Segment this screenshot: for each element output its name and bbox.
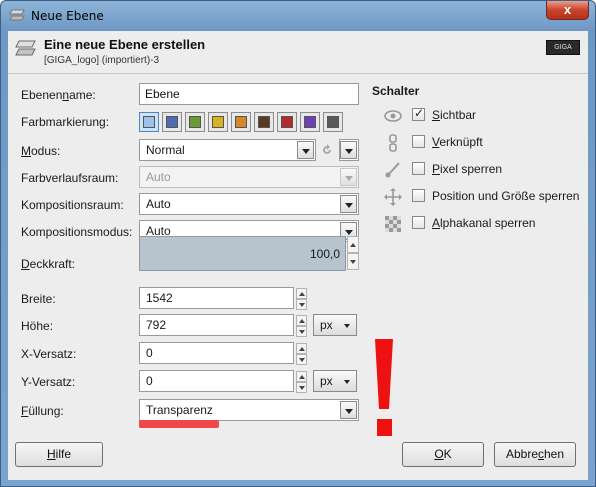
- offset-x-input[interactable]: 0: [139, 342, 307, 365]
- checkerboard-icon: [382, 214, 404, 234]
- dialog-window: Neue Ebene x Eine neue Ebene erstellen […: [0, 0, 596, 487]
- height-label: Höhe:: [21, 319, 54, 333]
- color-tag-swatch[interactable]: [254, 112, 274, 132]
- blend-space-value: Auto: [146, 170, 171, 184]
- swatch-color: [235, 116, 247, 128]
- mode-group-select[interactable]: [339, 139, 359, 161]
- fill-value: Transparenz: [146, 403, 213, 417]
- chevron-down-icon: [340, 195, 357, 213]
- offset-unit-select[interactable]: px: [313, 370, 357, 392]
- gimp-layer-icon: [9, 9, 25, 21]
- blend-space-select: Auto: [139, 166, 359, 188]
- chain-icon: [382, 133, 404, 153]
- opacity-label: Deckkraft:: [21, 257, 76, 271]
- ok-button[interactable]: OK: [402, 442, 484, 467]
- help-button[interactable]: Hilfe: [15, 442, 103, 467]
- width-spin-buttons[interactable]: [296, 288, 307, 310]
- switch-label: Sichtbar: [432, 108, 477, 122]
- exclamation-annotation: [375, 339, 393, 437]
- layer-name-input[interactable]: Ebene: [139, 83, 359, 105]
- offset-y-label: Y-Versatz:: [21, 375, 76, 389]
- offset-y-spin-buttons[interactable]: [296, 371, 307, 393]
- switch-checkbox[interactable]: [412, 216, 425, 229]
- width-value: 1542: [146, 291, 173, 305]
- chevron-down-icon: [340, 141, 357, 159]
- new-layer-icon: [15, 40, 36, 56]
- opacity-up-button[interactable]: [347, 236, 359, 253]
- offset-x-label: X-Versatz:: [21, 347, 77, 361]
- swatch-color: [189, 116, 201, 128]
- fill-label: Füllung:: [21, 404, 64, 418]
- chevron-down-icon: [297, 141, 314, 159]
- highlight-underline: [139, 420, 219, 428]
- dialog-heading: Eine neue Ebene erstellen: [44, 37, 206, 52]
- height-value: 792: [146, 318, 167, 332]
- reset-mode-icon[interactable]: [319, 142, 335, 158]
- swatch-color: [143, 116, 155, 128]
- mode-select[interactable]: Normal: [139, 139, 316, 161]
- offset-x-value: 0: [146, 346, 153, 360]
- switch-label: Alphakanal sperren: [432, 216, 536, 230]
- swatch-color: [281, 116, 293, 128]
- switch-checkbox[interactable]: [412, 189, 425, 202]
- chevron-down-icon: [340, 168, 357, 186]
- blend-space-label: Farbverlaufsraum:: [21, 171, 119, 185]
- color-tag-swatch[interactable]: [277, 112, 297, 132]
- size-unit-select[interactable]: px: [313, 314, 357, 336]
- swatch-color: [166, 116, 178, 128]
- composite-space-select[interactable]: Auto: [139, 193, 359, 215]
- color-tag-label: Farbmarkierung:: [21, 115, 110, 129]
- dialog-body: Eine neue Ebene erstellen [GIGA_logo] (i…: [8, 31, 588, 480]
- color-tag-none[interactable]: [139, 112, 159, 132]
- opacity-value: 100,0: [309, 247, 340, 261]
- color-tag-swatch[interactable]: [162, 112, 182, 132]
- switch-label: Verknüpft: [432, 135, 483, 149]
- opacity-spin-buttons[interactable]: [347, 236, 359, 271]
- height-spin-buttons[interactable]: [296, 315, 307, 337]
- move-icon: [382, 187, 404, 207]
- fill-select[interactable]: Transparenz: [139, 399, 359, 421]
- height-input[interactable]: 792: [139, 314, 307, 337]
- width-label: Breite:: [21, 292, 56, 306]
- swatch-color: [212, 116, 224, 128]
- color-tag-swatch[interactable]: [185, 112, 205, 132]
- close-button[interactable]: x: [546, 1, 589, 20]
- dialog-footer: Hilfe OK Abbrechen: [8, 436, 588, 480]
- title-bar[interactable]: Neue Ebene x: [1, 1, 595, 31]
- chevron-down-icon: [340, 401, 357, 419]
- switch-label: Pixel sperren: [432, 162, 503, 176]
- opacity-down-button[interactable]: [347, 253, 359, 270]
- layer-name-label: Ebenenname:: [21, 88, 96, 102]
- composite-mode-label: Kompositionsmodus:: [21, 225, 133, 239]
- offset-y-value: 0: [146, 374, 153, 388]
- opacity-slider[interactable]: 100,0: [139, 236, 346, 271]
- color-tag-swatch[interactable]: [208, 112, 228, 132]
- dialog-header: Eine neue Ebene erstellen [GIGA_logo] (i…: [8, 31, 588, 71]
- switch-checkbox[interactable]: [412, 162, 425, 175]
- swatch-color: [258, 116, 270, 128]
- mode-value: Normal: [146, 143, 185, 157]
- switch-checkbox[interactable]: [412, 106, 425, 121]
- image-thumbnail: GIGA: [546, 40, 580, 55]
- color-tag-swatch[interactable]: [231, 112, 251, 132]
- image-name: [GIGA_logo] (importiert)-3: [44, 55, 160, 66]
- window-title: Neue Ebene: [31, 9, 104, 23]
- switch-label: Position und Größe sperren: [432, 189, 580, 203]
- cancel-button[interactable]: Abbrechen: [494, 442, 576, 467]
- swatch-color: [304, 116, 316, 128]
- layer-options: Ebenenname: Ebene Farbmarkierung: Modus:…: [8, 73, 588, 436]
- width-input[interactable]: 1542: [139, 287, 307, 310]
- eye-icon: [382, 106, 404, 126]
- mode-label: Modus:: [21, 144, 61, 158]
- switches-heading: Schalter: [372, 84, 420, 98]
- switch-checkbox[interactable]: [412, 135, 425, 148]
- composite-space-value: Auto: [146, 197, 171, 211]
- offset-y-input[interactable]: 0: [139, 370, 307, 393]
- composite-space-label: Kompositionsraum:: [21, 198, 124, 212]
- color-tag-swatch[interactable]: [323, 112, 343, 132]
- swatch-color: [327, 116, 339, 128]
- offset-x-spin-buttons[interactable]: [296, 343, 307, 365]
- brush-icon: [382, 160, 404, 180]
- color-tag-swatch[interactable]: [300, 112, 320, 132]
